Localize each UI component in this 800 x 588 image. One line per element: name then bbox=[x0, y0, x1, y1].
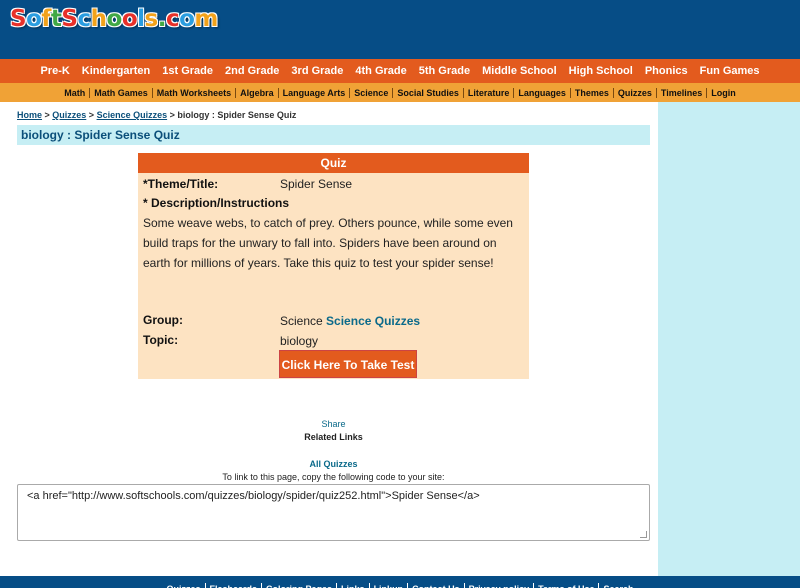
subnav-item-math-worksheets[interactable]: Math Worksheets bbox=[151, 87, 235, 98]
embed-code-text: <a href="http://www.softschools.com/quiz… bbox=[27, 490, 480, 502]
all-quizzes-link[interactable]: All Quizzes bbox=[0, 459, 667, 469]
theme-value: Spider Sense bbox=[280, 177, 353, 191]
theme-label: *Theme/Title: bbox=[143, 177, 219, 191]
footer-link-privacy-policy[interactable]: Privacy policy bbox=[463, 583, 534, 588]
logo-letter: c bbox=[77, 6, 91, 32]
site-footer: QuizzesFlashcardsColoring PagesLinksLink… bbox=[0, 576, 800, 588]
logo-letter: c bbox=[165, 6, 180, 32]
subnav-item-algebra[interactable]: Algebra bbox=[235, 87, 278, 98]
subnav-item-literature[interactable]: Literature bbox=[462, 87, 514, 98]
footer-link-linkup[interactable]: Linkup bbox=[368, 583, 408, 588]
footer-link-quizzes[interactable]: Quizzes bbox=[162, 583, 204, 588]
nav-item-kindergarten[interactable]: Kindergarten bbox=[76, 65, 156, 77]
logo-letter: . bbox=[157, 6, 167, 32]
breadcrumb-current: biology : Spider Sense Quiz bbox=[177, 110, 297, 120]
footer-link-contact-us[interactable]: Contact Us bbox=[407, 583, 464, 588]
softschools-logo[interactable]: SoftSchools.com bbox=[10, 6, 218, 32]
nav-item-1st-grade[interactable]: 1st Grade bbox=[156, 65, 219, 77]
page-title-bar: biology : Spider Sense Quiz bbox=[17, 125, 650, 145]
nav-item-5th-grade[interactable]: 5th Grade bbox=[413, 65, 476, 77]
footer-link-flashcards[interactable]: Flashcards bbox=[204, 583, 262, 588]
logo-letter: l bbox=[137, 6, 145, 32]
breadcrumb-quizzes[interactable]: Quizzes bbox=[52, 110, 86, 120]
topic-label: Topic: bbox=[143, 333, 179, 347]
logo-letter: o bbox=[106, 6, 123, 32]
logo-letter: s bbox=[144, 6, 159, 32]
quiz-header: Quiz bbox=[138, 153, 529, 173]
breadcrumb-home[interactable]: Home bbox=[17, 110, 42, 120]
nav-item-middle-school[interactable]: Middle School bbox=[476, 65, 563, 77]
nav-item-fun-games[interactable]: Fun Games bbox=[694, 65, 766, 77]
group-label: Group: bbox=[143, 313, 183, 327]
site-header: SoftSchools.com bbox=[0, 0, 800, 59]
subnav-item-social-studies[interactable]: Social Studies bbox=[392, 87, 463, 98]
breadcrumb-sep: > bbox=[86, 110, 97, 120]
link-instructions: To link to this page, copy the following… bbox=[222, 472, 445, 482]
breadcrumb-science-quizzes[interactable]: Science Quizzes bbox=[97, 110, 168, 120]
logo-letter: m bbox=[194, 6, 218, 32]
logo-letter: S bbox=[61, 6, 78, 32]
footer-link-coloring-pages[interactable]: Coloring Pages bbox=[261, 583, 336, 588]
right-sidebar bbox=[658, 102, 800, 576]
logo-letter: o bbox=[26, 6, 42, 32]
primary-nav: Pre-K Kindergarten 1st Grade 2nd Grade 3rd G… bbox=[0, 59, 800, 83]
page-title: biology : Spider Sense Quiz bbox=[21, 128, 180, 142]
logo-letter: S bbox=[10, 6, 27, 32]
logo-letter: h bbox=[90, 6, 107, 32]
take-test-button[interactable]: Click Here To Take Test bbox=[279, 350, 417, 378]
logo-letter: f bbox=[41, 6, 51, 32]
subnav-item-timelines[interactable]: Timelines bbox=[655, 87, 706, 98]
quiz-info-panel: Quiz *Theme/Title: Spider Sense * Descri… bbox=[138, 153, 529, 379]
subnav-item-languages[interactable]: Languages bbox=[513, 87, 570, 98]
share-link[interactable]: Share bbox=[0, 419, 667, 429]
description-text: Some weave webs, to catch of prey. Other… bbox=[143, 216, 513, 270]
subnav-item-login[interactable]: Login bbox=[706, 87, 740, 98]
group-text: Science bbox=[280, 314, 323, 328]
nav-item-2nd-grade[interactable]: 2nd Grade bbox=[219, 65, 285, 77]
description-label: * Description/Instructions bbox=[143, 196, 290, 210]
subnav-item-quizzes[interactable]: Quizzes bbox=[612, 87, 656, 98]
subnav-item-science[interactable]: Science bbox=[349, 87, 392, 98]
subnav-item-math[interactable]: Math bbox=[60, 88, 89, 98]
logo-letter: o bbox=[121, 6, 138, 32]
nav-item-pre-k[interactable]: Pre-K bbox=[34, 65, 75, 77]
footer-link-search[interactable]: Search bbox=[598, 583, 637, 588]
footer-link-terms-of-use[interactable]: Terms of Use bbox=[533, 583, 598, 588]
footer-link-links[interactable]: Links bbox=[336, 583, 369, 588]
subnav-item-themes[interactable]: Themes bbox=[569, 87, 613, 98]
logo-letter: o bbox=[179, 6, 195, 32]
related-links-heading: Related Links bbox=[304, 432, 363, 442]
resize-handle-icon[interactable] bbox=[640, 531, 647, 538]
embed-code-textarea[interactable]: <a href="http://www.softschools.com/quiz… bbox=[17, 484, 650, 541]
topic-value: biology bbox=[280, 334, 319, 348]
breadcrumb-sep: > bbox=[167, 110, 178, 120]
secondary-nav: Math Math Games Math Worksheets Algebra Lang… bbox=[0, 83, 800, 102]
science-quizzes-link[interactable]: Science Quizzes bbox=[326, 314, 420, 328]
logo-letter: t bbox=[50, 6, 62, 32]
breadcrumb: Home > Quizzes > Science Quizzes > biolo… bbox=[17, 110, 296, 120]
nav-item-phonics[interactable]: Phonics bbox=[639, 65, 694, 77]
breadcrumb-sep: > bbox=[42, 110, 53, 120]
nav-item-3rd-grade[interactable]: 3rd Grade bbox=[285, 65, 349, 77]
nav-item-high-school[interactable]: High School bbox=[563, 65, 639, 77]
group-value: Science Science Quizzes bbox=[280, 314, 420, 328]
subnav-item-language-arts[interactable]: Language Arts bbox=[277, 87, 350, 98]
nav-item-4th-grade[interactable]: 4th Grade bbox=[349, 65, 412, 77]
subnav-item-math-games[interactable]: Math Games bbox=[89, 87, 152, 98]
